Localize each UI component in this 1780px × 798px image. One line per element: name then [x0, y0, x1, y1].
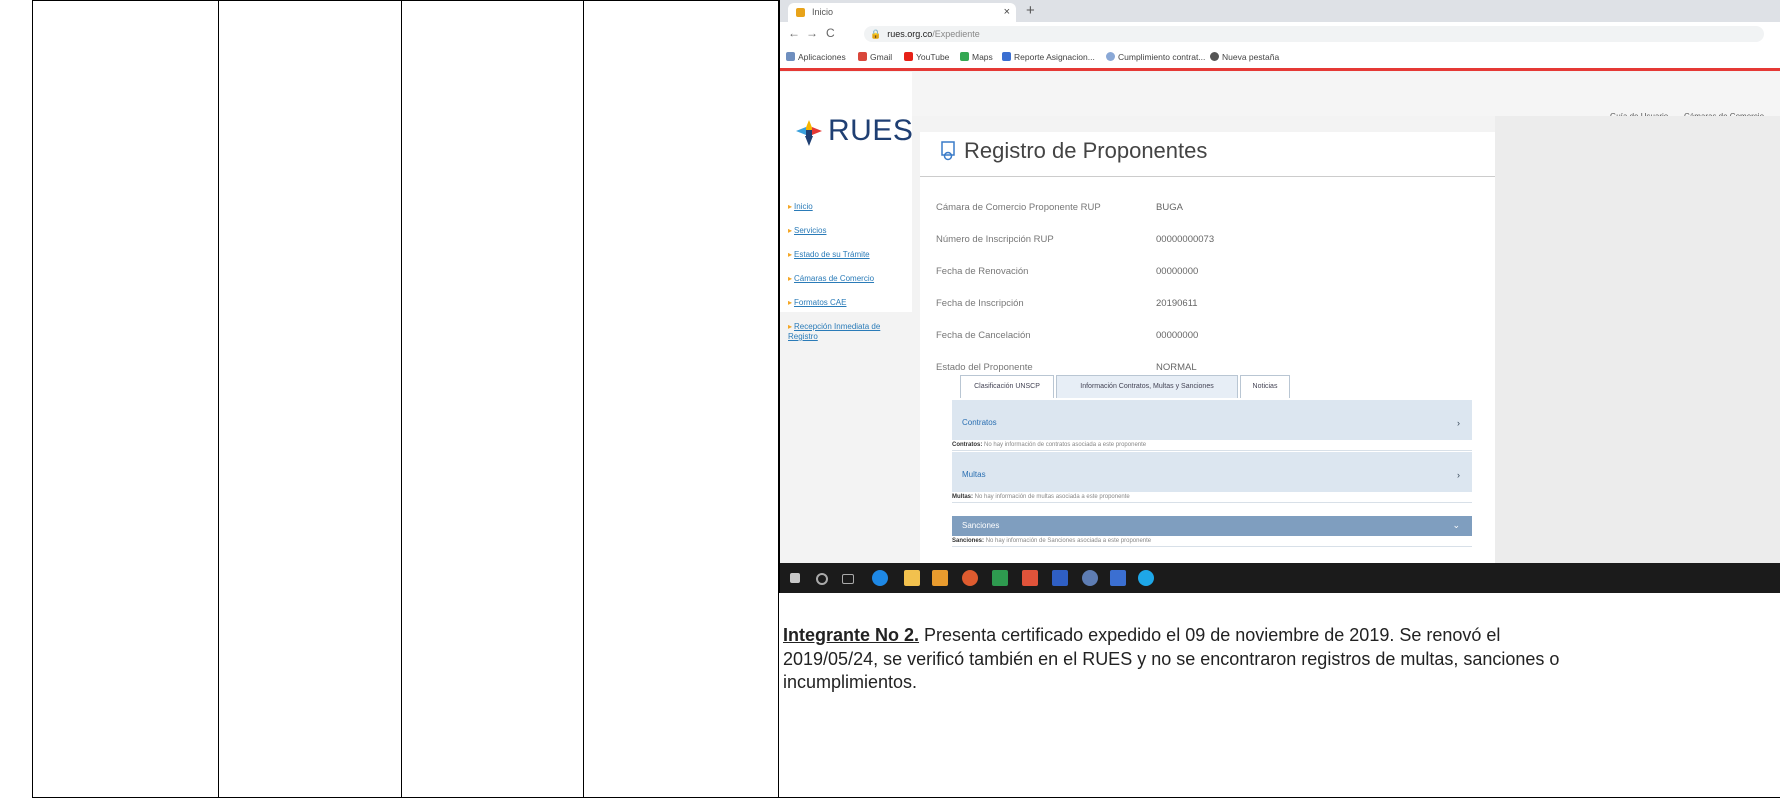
table-cell-2	[218, 0, 402, 798]
forward-icon[interactable]: →	[806, 26, 818, 40]
page-title: Registro de Proponentes	[940, 138, 1207, 164]
app-icon[interactable]	[1110, 570, 1126, 586]
url-input[interactable]: 🔒 rues.org.co/Expediente	[864, 26, 1764, 42]
url-path: /Expediente	[932, 29, 980, 39]
right-panel	[1495, 116, 1780, 593]
embedded-screenshot: Inicio × + ← → C 🔒 rues.org.co/Expediente…	[779, 0, 1780, 593]
caption-paragraph: Integrante No 2. Presenta certificado ex…	[783, 624, 1563, 695]
windows-taskbar	[780, 563, 1780, 593]
browser-tabstrip: Inicio × +	[780, 0, 1780, 22]
task-view-icon[interactable]	[842, 574, 854, 584]
maps-icon	[960, 52, 969, 61]
accordion-multas-body: Multas: No hay información de multas aso…	[952, 492, 1472, 503]
windows-start-icon[interactable]	[790, 573, 800, 583]
back-icon[interactable]: ←	[788, 26, 800, 40]
reload-icon[interactable]: C	[826, 26, 835, 40]
rues-logo-icon	[796, 120, 822, 146]
tab-clasificacion[interactable]: Clasificación UNSCP	[960, 375, 1054, 398]
apps-icon	[786, 52, 795, 61]
folder-icon[interactable]	[904, 570, 920, 586]
favicon-icon	[796, 8, 805, 17]
accordion-sanciones-body: Sanciones: No hay información de Sancion…	[952, 536, 1472, 547]
document-icon	[1106, 52, 1115, 61]
accordion-contratos[interactable]: Contratos ›	[952, 400, 1472, 440]
caption-lead: Integrante No 2.	[783, 625, 920, 645]
edge-icon[interactable]	[872, 570, 888, 586]
chevron-right-icon: ›	[1457, 418, 1460, 428]
field-row: Número de Inscripción RUP 00000000073	[936, 234, 1215, 245]
app-icon[interactable]	[932, 570, 948, 586]
nav-item-recepcion[interactable]: Recepción Inmediata de Registro	[788, 322, 898, 342]
internet-explorer-icon[interactable]	[1138, 570, 1154, 586]
globe-icon	[1210, 52, 1219, 61]
bookmark-nueva[interactable]: Nueva pestaña	[1210, 52, 1279, 62]
bookmark-apps[interactable]: Aplicaciones	[786, 52, 846, 62]
table-cell-1	[32, 0, 219, 798]
word-icon[interactable]	[1052, 570, 1068, 586]
nav-item-formatos[interactable]: Formatos CAE	[788, 298, 846, 307]
excel-icon[interactable]	[992, 570, 1008, 586]
youtube-icon	[904, 52, 913, 61]
search-icon[interactable]	[816, 573, 828, 585]
tab-noticias[interactable]: Noticias	[1240, 375, 1290, 398]
nav-item-camaras[interactable]: Cámaras de Comercio	[788, 274, 874, 283]
gmail-icon	[858, 52, 867, 61]
bookmark-reporte[interactable]: Reporte Asignacion...	[1002, 52, 1095, 62]
bookmarks-bar: Aplicaciones Gmail YouTube Maps Reporte …	[780, 46, 1780, 71]
table-cell-4	[583, 0, 779, 798]
site-sidebar: RUES Inicio Servicios Estado de su Trámi…	[780, 72, 913, 341]
chevron-down-icon: ⌄	[1452, 520, 1460, 530]
new-tab-button[interactable]: +	[1026, 2, 1035, 19]
field-row: Fecha de Cancelación 00000000	[936, 330, 1199, 341]
lock-icon: 🔒	[870, 29, 882, 39]
field-row: Cámara de Comercio Proponente RUP BUGA	[936, 202, 1183, 213]
powerpoint-icon[interactable]	[1022, 570, 1038, 586]
bookmark-cumplimiento[interactable]: Cumplimiento contrat...	[1106, 52, 1205, 62]
nav-item-inicio[interactable]: Inicio	[788, 202, 813, 211]
browser-tab[interactable]: Inicio ×	[788, 3, 1016, 22]
chevron-right-icon: ›	[1457, 470, 1460, 480]
accordion-multas[interactable]: Multas ›	[952, 452, 1472, 492]
accordion-sanciones[interactable]: Sanciones ⌄	[952, 516, 1472, 536]
accordion-contratos-body: Contratos: No hay información de contrat…	[952, 440, 1472, 451]
bookmark-youtube[interactable]: YouTube	[904, 52, 949, 62]
table-cell-3	[401, 0, 584, 798]
chrome-icon[interactable]	[962, 570, 978, 586]
app-icon[interactable]	[1082, 570, 1098, 586]
address-bar: ← → C 🔒 rues.org.co/Expediente	[780, 22, 1780, 46]
site-header	[912, 72, 1780, 116]
tab-title: Inicio	[812, 7, 834, 17]
close-icon[interactable]: ×	[1004, 3, 1010, 22]
tab-contratos-multas[interactable]: Información Contratos, Multas y Sancione…	[1056, 375, 1238, 398]
rues-logo[interactable]: RUES	[794, 114, 913, 154]
document-icon	[1002, 52, 1011, 61]
field-row: Fecha de Inscripción 20190611	[936, 298, 1198, 309]
bookmark-maps[interactable]: Maps	[960, 52, 993, 62]
url-domain: rues.org.co	[887, 29, 933, 39]
field-row: Fecha de Renovación 00000000	[936, 266, 1199, 277]
nav-item-servicios[interactable]: Servicios	[788, 226, 826, 235]
main-content: Registro de Proponentes Cámara de Comerc…	[920, 132, 1495, 593]
nav-item-estado[interactable]: Estado de su Trámite	[788, 250, 870, 259]
certificate-icon	[941, 141, 955, 161]
bookmark-gmail[interactable]: Gmail	[858, 52, 892, 62]
